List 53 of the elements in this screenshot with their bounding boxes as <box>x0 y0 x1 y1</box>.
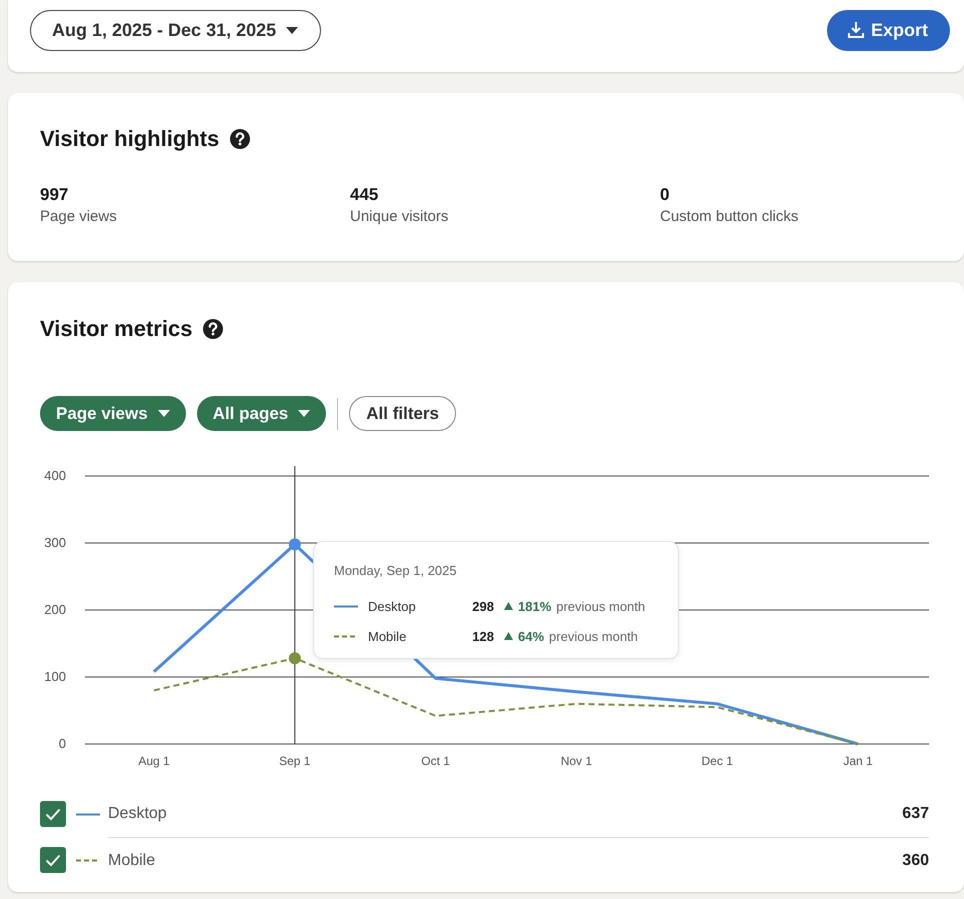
y-axis-label: 100 <box>44 669 66 684</box>
legend-label: Mobile <box>108 852 156 870</box>
dashed-line-icon <box>76 858 100 862</box>
x-axis-label: Sep 1 <box>279 754 310 768</box>
y-axis-label: 0 <box>58 736 66 751</box>
date-range-dropdown[interactable]: Aug 1, 2025 - Dec 31, 2025 <box>30 10 322 50</box>
help-icon[interactable] <box>229 128 252 150</box>
caret-icon <box>286 26 298 34</box>
change-percent: 64% <box>518 628 544 644</box>
change-percent: 181% <box>518 598 552 614</box>
filter-dropdown[interactable]: Page views <box>40 396 186 431</box>
series-value: 298 <box>471 598 494 614</box>
caret-icon <box>158 410 170 417</box>
y-axis-label: 300 <box>44 535 66 550</box>
filter-dropdown[interactable]: All pages <box>196 396 326 431</box>
legend-label: Desktop <box>108 805 167 823</box>
data-point <box>288 652 301 664</box>
x-axis-label: Oct 1 <box>421 754 450 768</box>
checkbox[interactable] <box>40 847 66 873</box>
series-name: Mobile <box>368 628 408 644</box>
download-icon <box>846 21 865 39</box>
check-icon <box>45 854 61 866</box>
x-axis-label: Aug 1 <box>138 754 170 768</box>
data-point <box>288 538 301 550</box>
line-icon <box>76 812 100 816</box>
series-value: 128 <box>471 628 494 644</box>
change-note: previous month <box>556 598 646 614</box>
x-axis-label: Jan 1 <box>843 754 873 768</box>
stat-value: 997 <box>40 185 70 205</box>
line-icon <box>334 604 358 608</box>
tooltip-date: Monday, Sep 1, 2025 <box>334 563 458 578</box>
y-axis-label: 400 <box>44 468 66 483</box>
y-axis-label: 200 <box>44 602 66 617</box>
legend-total: 637 <box>902 805 929 823</box>
help-icon[interactable] <box>202 318 224 340</box>
x-axis-label: Dec 1 <box>702 754 733 768</box>
stat-label: Unique visitors <box>350 208 450 225</box>
stat-value: 0 <box>660 185 670 205</box>
dashed-line-icon <box>334 634 358 638</box>
series-name: Desktop <box>368 598 417 614</box>
filter-button[interactable]: All filters <box>349 396 456 431</box>
stat-label: Page views <box>40 208 118 225</box>
card-title: Visitor metrics <box>40 316 192 342</box>
stat-label: Custom button clicks <box>660 208 800 225</box>
card-title: Visitor highlights <box>40 126 220 152</box>
check-icon <box>45 808 61 820</box>
export-button[interactable]: Export <box>826 10 950 50</box>
stat-value: 445 <box>350 185 380 205</box>
change-note: previous month <box>549 628 638 644</box>
checkbox[interactable] <box>40 801 66 827</box>
x-axis-label: Nov 1 <box>560 754 592 768</box>
legend-total: 360 <box>902 852 929 870</box>
caret-icon <box>298 410 310 417</box>
